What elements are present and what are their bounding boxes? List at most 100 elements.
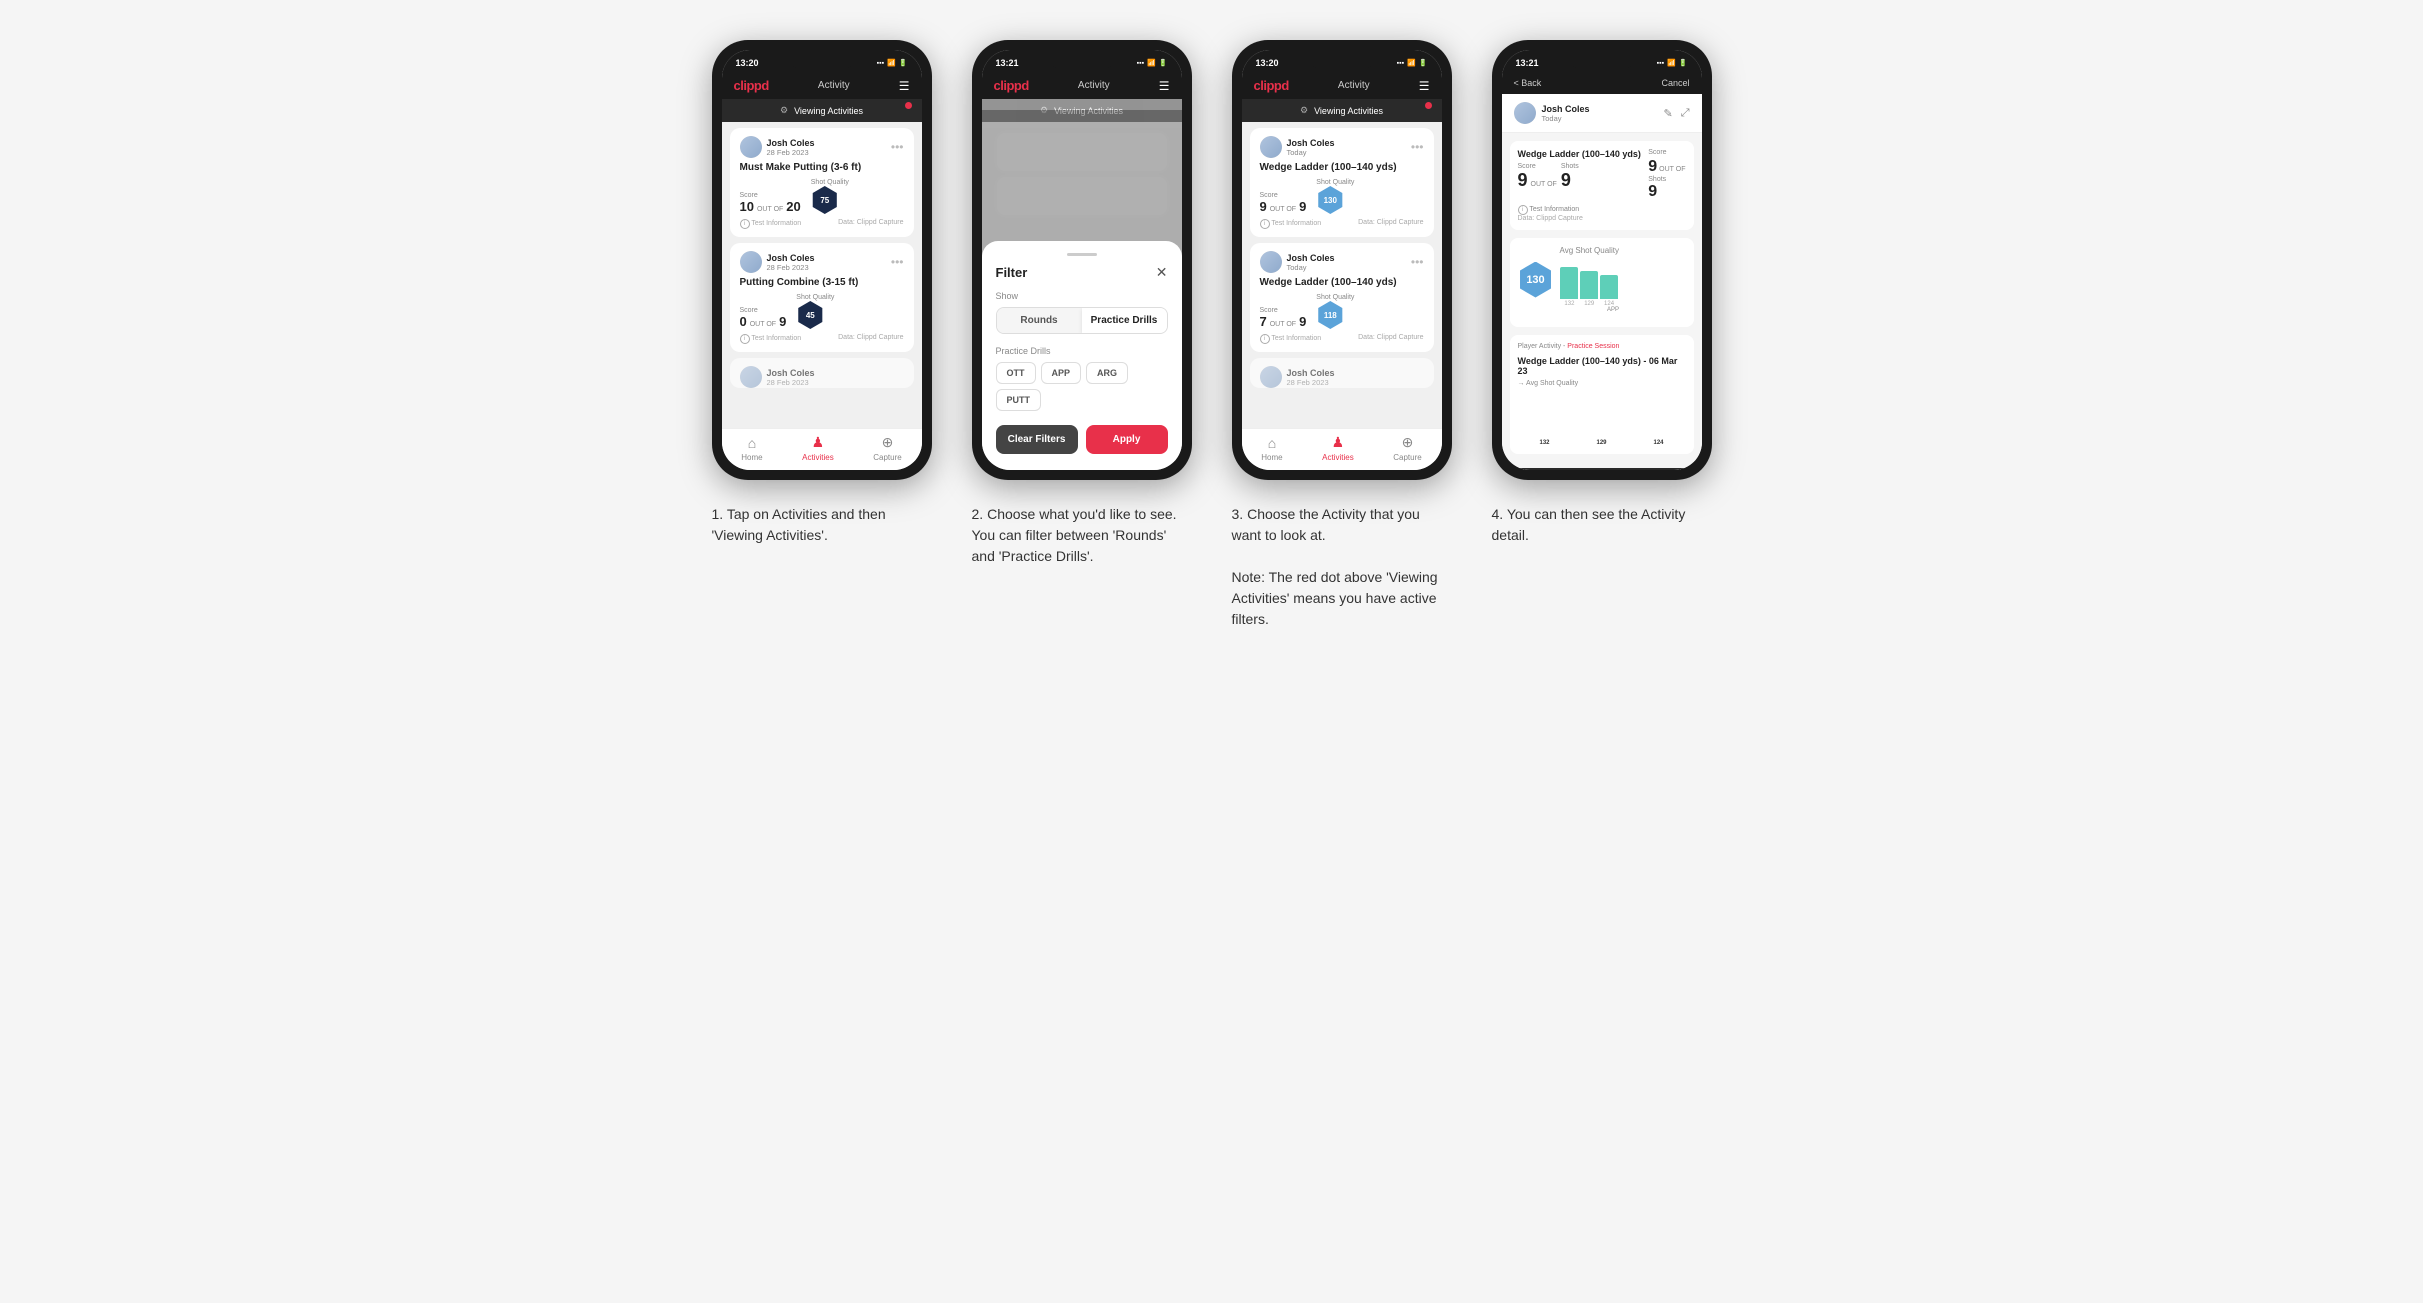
caption-1: 1. Tap on Activities and then 'Viewing A…	[712, 504, 932, 546]
filter-label-3: Viewing Activities	[1314, 106, 1383, 116]
avatar-name-1-1: Josh Coles 28 Feb 2023	[740, 136, 815, 158]
more-options-1-2[interactable]: •••	[891, 255, 904, 269]
user-date-4: Today	[1542, 114, 1590, 123]
battery-icon-1: 🔋	[899, 59, 908, 67]
expand-icon-4[interactable]: ⤢	[1681, 107, 1690, 120]
score-value-3-1: 9	[1260, 199, 1267, 214]
quality-block-3-1: Shot Quality 130	[1316, 179, 1354, 214]
quality-badge-3-1: 130	[1316, 186, 1344, 214]
score-value-3-2: 7	[1260, 314, 1267, 329]
session-card-4: Player Activity - Practice Session Wedge…	[1510, 335, 1694, 454]
quality-block-1-2: Shot Quality 45	[796, 294, 834, 329]
filter-bar-1[interactable]: ⚙ Viewing Activities	[722, 99, 922, 122]
shots-value-right-4: 9	[1648, 183, 1657, 200]
chart-label-4-2: 129	[1584, 301, 1594, 307]
hamburger-icon-1[interactable]: ☰	[899, 79, 910, 93]
nav-capture-3[interactable]: ⊕ Capture	[1393, 434, 1421, 462]
drill-putt[interactable]: PUTT	[996, 389, 1042, 411]
edit-icon-4[interactable]: ✎	[1663, 107, 1672, 120]
outof-3-1: OUT OF	[1270, 206, 1296, 213]
phone-notch-4	[1567, 50, 1637, 68]
activity-card-1-2: Josh Coles 28 Feb 2023 ••• Putting Combi…	[730, 243, 914, 352]
nav-activities-3[interactable]: ♟ Activities	[1322, 434, 1354, 462]
apply-button[interactable]: Apply	[1086, 425, 1168, 454]
outof-row-3-2: 7 OUT OF 9	[1260, 314, 1307, 329]
filter-icon-1: ⚙	[780, 105, 788, 116]
drills-section-label: Practice Drills	[996, 346, 1168, 356]
activity-card-1-1: Josh Coles 28 Feb 2023 ••• Must Make Put…	[730, 128, 914, 237]
quality-block-3-2: Shot Quality 118	[1316, 294, 1354, 329]
phone-inner-1: 13:20 ▪▪▪ 📶 🔋 clippd Activity ☰ ⚙ Vi	[722, 50, 922, 470]
phone-1: 13:20 ▪▪▪ 📶 🔋 clippd Activity ☰ ⚙ Vi	[712, 40, 932, 480]
capture-label-1: Capture	[873, 453, 901, 462]
close-modal-button[interactable]: ✕	[1156, 264, 1168, 281]
hamburger-icon-3[interactable]: ☰	[1419, 79, 1430, 93]
more-options-3-1[interactable]: •••	[1411, 140, 1424, 154]
data-capture-4: Data: Clippd Capture	[1518, 215, 1686, 222]
clear-filters-button[interactable]: Clear Filters	[996, 425, 1078, 454]
phone-column-2: 13:21 ▪▪▪ 📶 🔋 clippd Activity ☰ ⚙ Vi	[972, 40, 1192, 567]
score-label-3-1: Score	[1260, 192, 1307, 199]
detail-shots-label-4: Shots	[1561, 163, 1579, 170]
quality-badge-3-2: 118	[1316, 301, 1344, 329]
avatar-1-2	[740, 251, 762, 273]
score-value-1-2: 0	[740, 314, 747, 329]
footer-left-3-2: i Test Information	[1260, 334, 1322, 344]
nav-activities-1[interactable]: ♟ Activities	[802, 434, 834, 462]
quality-block-1-1: Shot Quality 75	[811, 179, 849, 214]
outof-right-4: OUT OF	[1659, 166, 1685, 173]
session-link-4[interactable]: Practice Session	[1567, 343, 1619, 350]
nav-home-1[interactable]: ⌂ Home	[741, 435, 762, 462]
activity-title-3-2: Wedge Ladder (100–140 yds)	[1260, 277, 1424, 288]
filter-bar-3[interactable]: ⚙ Viewing Activities	[1242, 99, 1442, 122]
stats-row-3-2: Score 7 OUT OF 9 Shot Quality 118	[1260, 294, 1424, 329]
more-options-1-1[interactable]: •••	[891, 140, 904, 154]
avatar-3-2	[1260, 251, 1282, 273]
nav-home-3[interactable]: ⌂ Home	[1261, 435, 1282, 462]
activity-card-3-1[interactable]: Josh Coles Today ••• Wedge Ladder (100–1…	[1250, 128, 1434, 237]
signal-icon-2: ▪▪▪	[1137, 60, 1144, 67]
detail-score-value-4: 9	[1518, 170, 1528, 191]
practice-drills-toggle[interactable]: Practice Drills	[1082, 308, 1167, 333]
outof-3-2: OUT OF	[1270, 321, 1296, 328]
modal-header: Filter ✕	[996, 264, 1168, 281]
nav-title-2: Activity	[1078, 80, 1110, 91]
phone-3: 13:20 ▪▪▪ 📶 🔋 clippd Activity ☰ ⚙ Viewin…	[1232, 40, 1452, 480]
filter-icon-3: ⚙	[1300, 105, 1308, 116]
phone-notch-2	[1047, 50, 1117, 68]
back-activities-button-4[interactable]: Back to Activities	[1510, 468, 1694, 470]
drill-arg[interactable]: ARG	[1086, 362, 1128, 384]
session-bar-col-2: 129	[1575, 440, 1629, 446]
more-options-3-2[interactable]: •••	[1411, 255, 1424, 269]
activity-card-3-2[interactable]: Josh Coles Today ••• Wedge Ladder (100–1…	[1250, 243, 1434, 352]
name-date-3-2: Josh Coles Today	[1287, 253, 1335, 272]
nav-title-1: Activity	[818, 80, 850, 91]
detail-shots-value-4: 9	[1561, 170, 1571, 190]
nav-capture-1[interactable]: ⊕ Capture	[873, 434, 901, 462]
quality-label-3-2: Shot Quality	[1316, 294, 1354, 301]
hamburger-icon-2[interactable]: ☰	[1159, 79, 1170, 93]
avatar-1-1	[740, 136, 762, 158]
session-bar-col-3: 124	[1632, 440, 1686, 446]
cancel-button-4[interactable]: Cancel	[1661, 78, 1689, 88]
status-time-1: 13:20	[736, 58, 759, 68]
card-header-3-1: Josh Coles Today •••	[1260, 136, 1424, 158]
rounds-toggle[interactable]: Rounds	[997, 308, 1082, 333]
red-dot-1	[905, 102, 912, 109]
caption-number-3: 3.	[1232, 506, 1244, 522]
drill-app[interactable]: APP	[1041, 362, 1082, 384]
status-icons-2: ▪▪▪ 📶 🔋	[1137, 59, 1168, 67]
top-nav-1: clippd Activity ☰	[722, 72, 922, 99]
home-label-1: Home	[741, 453, 762, 462]
drill-ott[interactable]: OTT	[996, 362, 1036, 384]
session-chart-4: 132 129 124	[1518, 391, 1686, 446]
user-date-3-3: 28 Feb 2023	[1287, 378, 1335, 387]
modal-actions: Clear Filters Apply	[996, 425, 1168, 454]
footer-left-3-1: i Test Information	[1260, 219, 1322, 229]
phone-content-1: Josh Coles 28 Feb 2023 ••• Must Make Put…	[722, 122, 922, 428]
back-button-4[interactable]: < Back	[1514, 78, 1542, 88]
user-name-3-3: Josh Coles	[1287, 368, 1335, 378]
session-sub-4: → Avg Shot Quality	[1518, 380, 1686, 387]
card-footer-3-1: i Test Information Data: Clippd Capture	[1260, 219, 1424, 229]
user-date-3-2: Today	[1287, 263, 1335, 272]
